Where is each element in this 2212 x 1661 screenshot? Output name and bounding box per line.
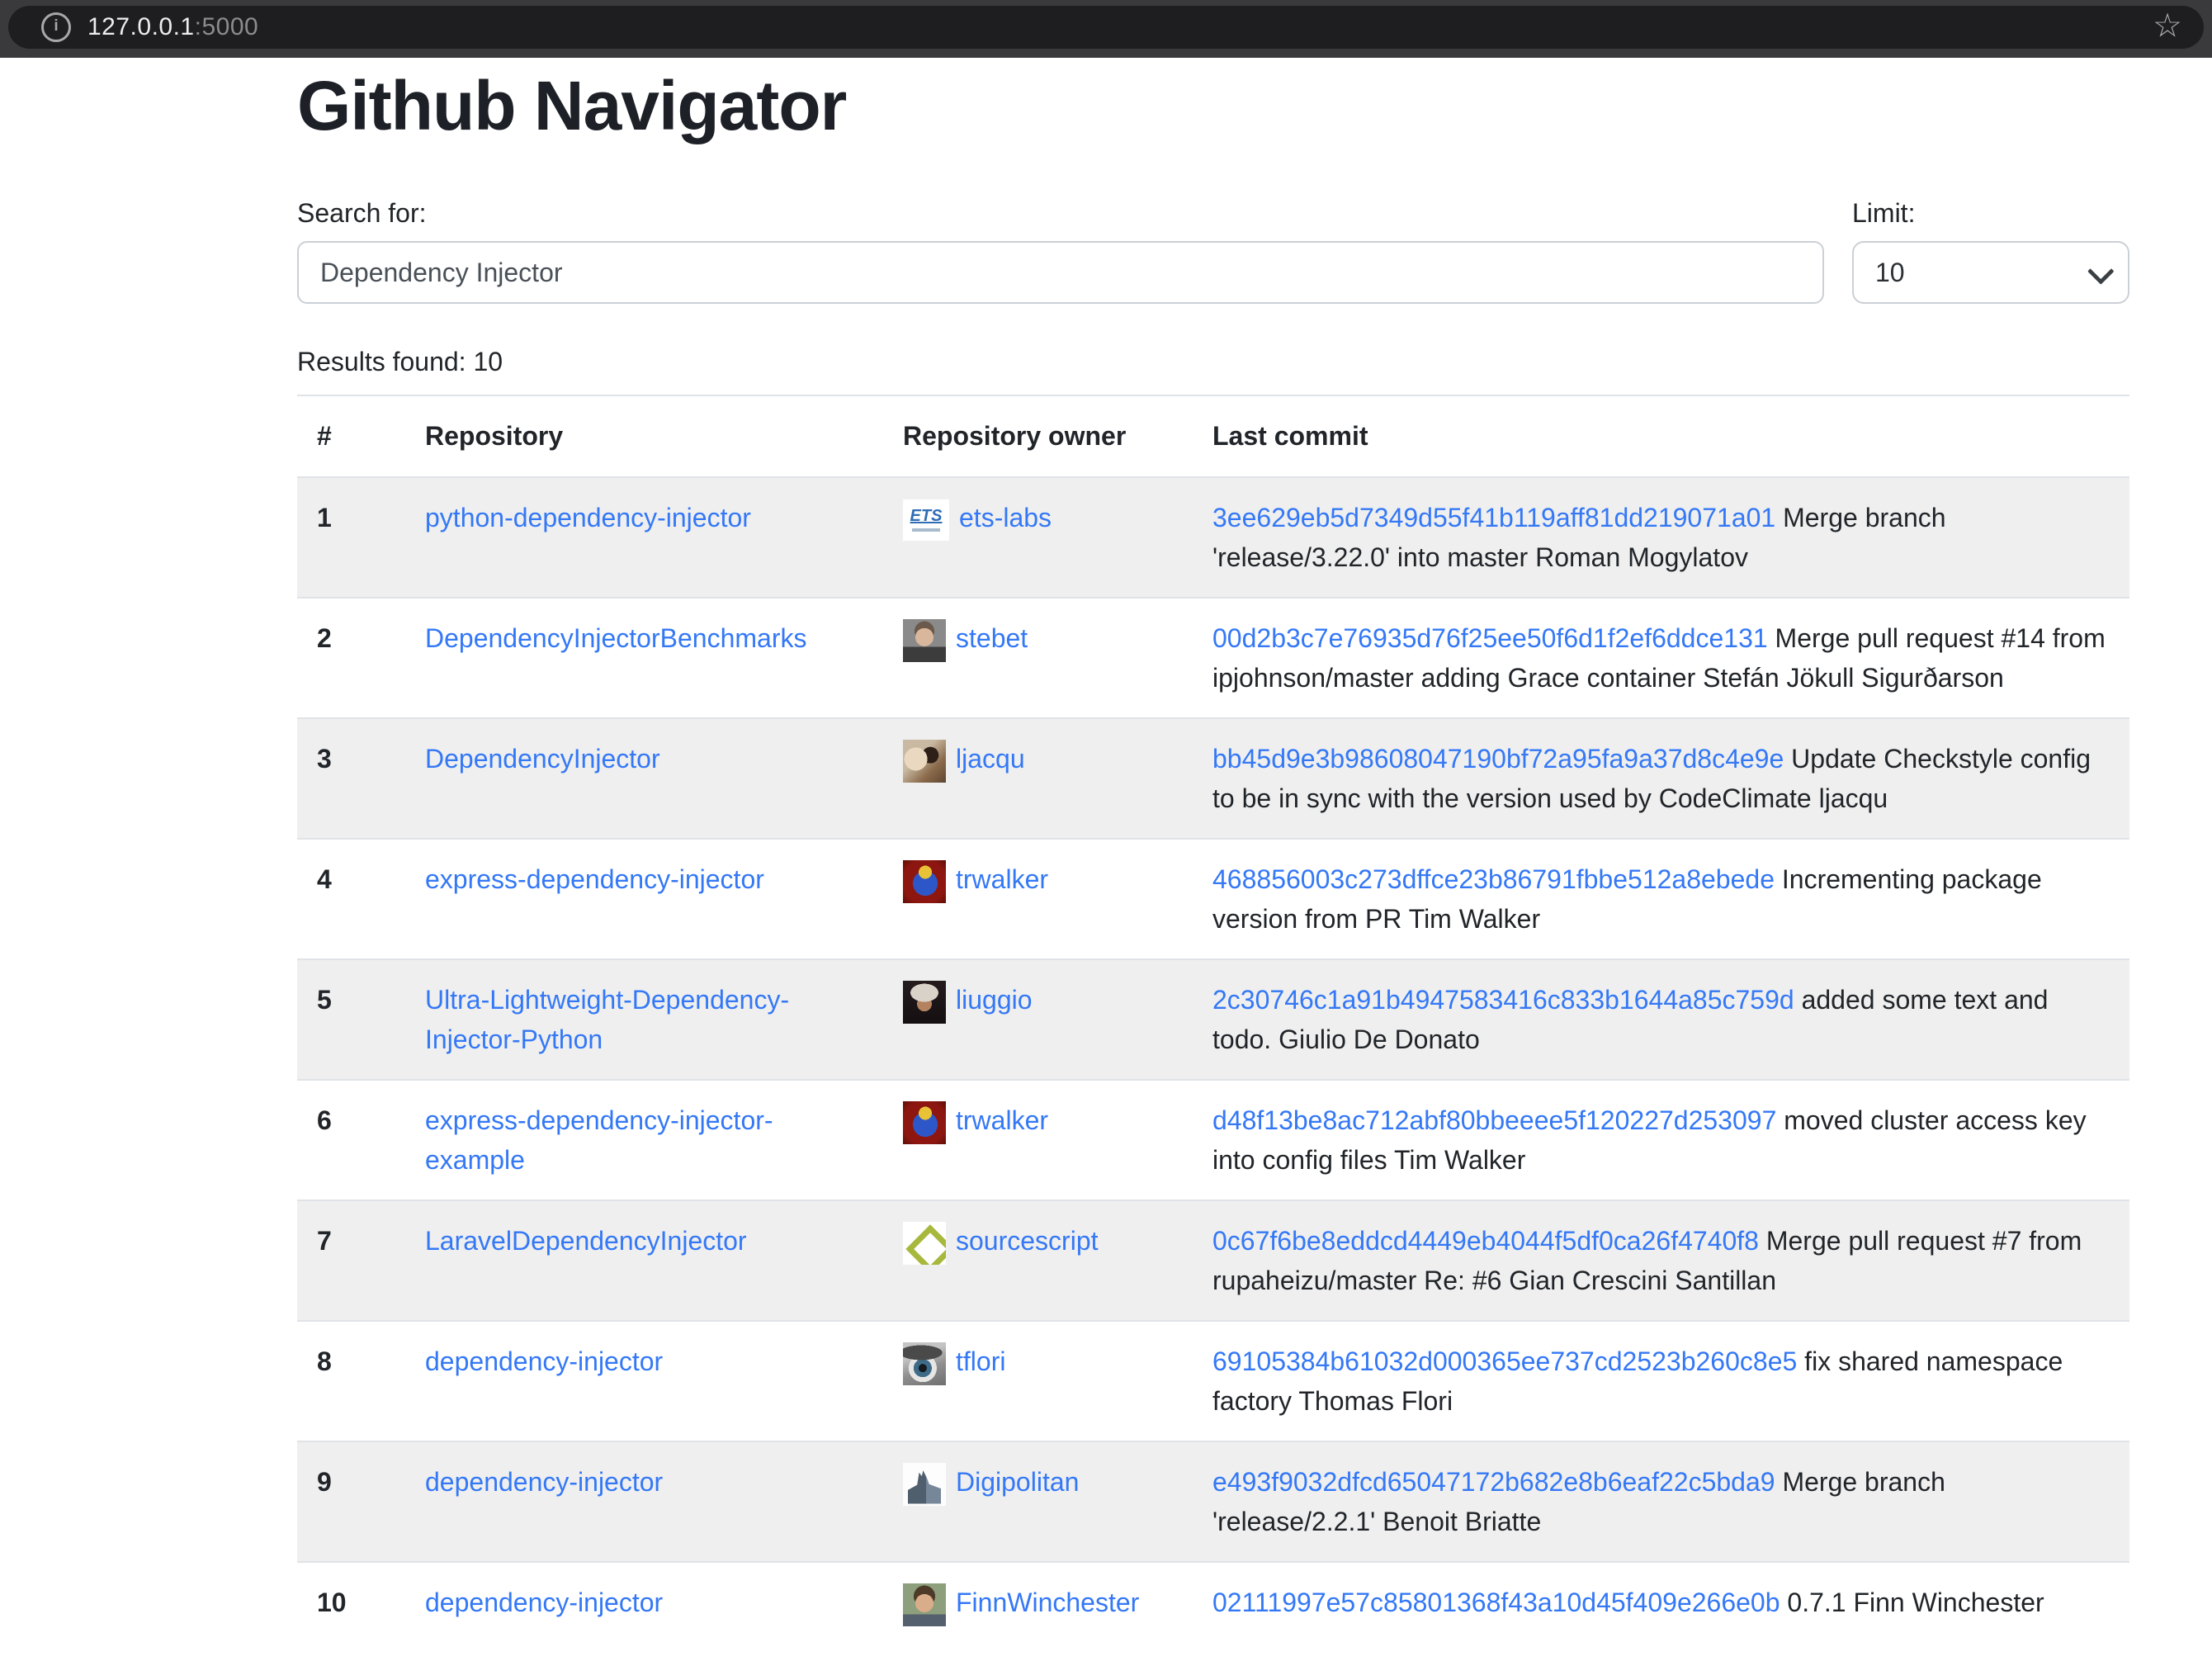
commit-hash-link[interactable]: d48f13be8ac712abf80bbeeee5f120227d253097	[1212, 1105, 1776, 1135]
owner-link[interactable]: tflori	[956, 1346, 1005, 1376]
table-row: 7 LaravelDependencyInjector sourcescript…	[297, 1200, 2129, 1321]
owner-link[interactable]: stebet	[956, 623, 1028, 653]
commit-hash-link[interactable]: 02111997e57c85801368f43a10d45f409e266e0b	[1212, 1588, 1780, 1617]
url-text[interactable]: 127.0.0.1:5000	[87, 13, 258, 41]
commit-hash-link[interactable]: 468856003c273dffce23b86791fbbe512a8ebede	[1212, 864, 1775, 894]
digipolitan-avatar-icon[interactable]	[903, 1463, 946, 1506]
info-icon[interactable]	[41, 12, 71, 42]
results-table: # Repository Repository owner Last commi…	[297, 395, 2129, 1646]
table-row: 4 express-dependency-injector trwalker 4…	[297, 839, 2129, 959]
repo-link[interactable]: DependencyInjector	[425, 744, 660, 774]
header-num: #	[297, 395, 405, 477]
tflori-avatar-icon[interactable]	[903, 1342, 946, 1385]
ets-avatar-icon[interactable]: ETS	[903, 499, 949, 541]
star-icon[interactable]	[2153, 9, 2182, 42]
table-header-row: # Repository Repository owner Last commi…	[297, 395, 2129, 477]
commit-hash-link[interactable]: e493f9032dfcd65047172b682e8b6eaf22c5bda9	[1212, 1467, 1775, 1497]
header-repository: Repository	[405, 395, 883, 477]
results-summary: Results found: 10	[297, 347, 2129, 376]
trwalker-avatar-icon[interactable]	[903, 860, 946, 903]
main-content: Github Navigator Search for: Limit: 10 R…	[297, 58, 2129, 1646]
commit-hash-link[interactable]: bb45d9e3b98608047190bf72a95fa9a37d8c4e9e	[1212, 744, 1784, 774]
owner-link[interactable]: Digipolitan	[956, 1467, 1079, 1497]
owner-link[interactable]: ljacqu	[956, 744, 1025, 774]
table-row: 5 Ultra-Lightweight-Dependency-Injector-…	[297, 959, 2129, 1080]
row-number: 3	[297, 718, 405, 839]
repo-link[interactable]: Ultra-Lightweight-Dependency-Injector-Py…	[425, 985, 789, 1054]
row-number: 8	[297, 1321, 405, 1441]
limit-label: Limit:	[1852, 198, 2129, 228]
repo-link[interactable]: python-dependency-injector	[425, 503, 751, 532]
table-row: 2 DependencyInjectorBenchmarks stebet 00…	[297, 598, 2129, 718]
owner-link[interactable]: liuggio	[956, 985, 1033, 1015]
table-row: 6 express-dependency-injector-example tr…	[297, 1080, 2129, 1200]
header-last-commit: Last commit	[1193, 395, 2129, 477]
search-label: Search for:	[297, 198, 427, 228]
repo-link[interactable]: express-dependency-injector	[425, 864, 764, 894]
form-labels-row: Search for: Limit:	[297, 198, 2129, 228]
sourcescript-avatar-icon[interactable]	[903, 1222, 946, 1265]
table-row: 1 python-dependency-injector ETS ets-labs…	[297, 477, 2129, 598]
row-number: 7	[297, 1200, 405, 1321]
owner-link[interactable]: trwalker	[956, 1105, 1048, 1135]
table-row: 9 dependency-injector Digipolitan e493f9…	[297, 1441, 2129, 1562]
url-host: 127.0.0.1	[87, 13, 195, 40]
owner-link[interactable]: FinnWinchester	[956, 1588, 1139, 1617]
url-port: :5000	[195, 13, 259, 40]
row-number: 5	[297, 959, 405, 1080]
owner-link[interactable]: ets-labs	[959, 503, 1052, 532]
owner-link[interactable]: trwalker	[956, 864, 1048, 894]
page-title: Github Navigator	[297, 68, 2129, 144]
commit-hash-link[interactable]: 3ee629eb5d7349d55f41b119aff81dd219071a01	[1212, 503, 1775, 532]
row-number: 9	[297, 1441, 405, 1562]
finn-avatar-icon[interactable]	[903, 1583, 946, 1626]
commit-hash-link[interactable]: 00d2b3c7e76935d76f25ee50f6d1f2ef6ddce131	[1212, 623, 1768, 653]
search-input[interactable]	[297, 241, 1824, 304]
stebet-avatar-icon[interactable]	[903, 619, 946, 662]
table-row: 8 dependency-injector tflori 69105384b61…	[297, 1321, 2129, 1441]
row-number: 6	[297, 1080, 405, 1200]
row-number: 10	[297, 1562, 405, 1646]
table-row: 10 dependency-injector FinnWinchester 02…	[297, 1562, 2129, 1646]
trwalker-avatar-icon[interactable]	[903, 1101, 946, 1144]
header-owner: Repository owner	[883, 395, 1193, 477]
limit-select-wrap: 10	[1852, 241, 2129, 304]
ljacqu-avatar-icon[interactable]	[903, 740, 946, 783]
form-controls-row: 10	[297, 241, 2129, 304]
table-row: 3 DependencyInjector ljacqu bb45d9e3b986…	[297, 718, 2129, 839]
repo-link[interactable]: dependency-injector	[425, 1467, 663, 1497]
row-number: 1	[297, 477, 405, 598]
row-number: 4	[297, 839, 405, 959]
commit-hash-link[interactable]: 69105384b61032d000365ee737cd2523b260c8e5	[1212, 1346, 1797, 1376]
row-number: 2	[297, 598, 405, 718]
browser-toolbar: 127.0.0.1:5000	[0, 0, 2212, 58]
limit-select[interactable]: 10	[1852, 241, 2129, 304]
commit-hash-link[interactable]: 0c67f6be8eddcd4449eb4044f5df0ca26f4740f8	[1212, 1226, 1759, 1256]
repo-link[interactable]: dependency-injector	[425, 1346, 663, 1376]
commit-hash-link[interactable]: 2c30746c1a91b4947583416c833b1644a85c759d	[1212, 985, 1794, 1015]
owner-link[interactable]: sourcescript	[956, 1226, 1099, 1256]
liuggio-avatar-icon[interactable]	[903, 981, 946, 1024]
repo-link[interactable]: LaravelDependencyInjector	[425, 1226, 747, 1256]
address-bar[interactable]: 127.0.0.1:5000	[8, 6, 2204, 49]
repo-link[interactable]: dependency-injector	[425, 1588, 663, 1617]
repo-link[interactable]: DependencyInjectorBenchmarks	[425, 623, 806, 653]
commit-message: 0.7.1 Finn Winchester	[1787, 1588, 2044, 1617]
repo-link[interactable]: express-dependency-injector-example	[425, 1105, 773, 1175]
